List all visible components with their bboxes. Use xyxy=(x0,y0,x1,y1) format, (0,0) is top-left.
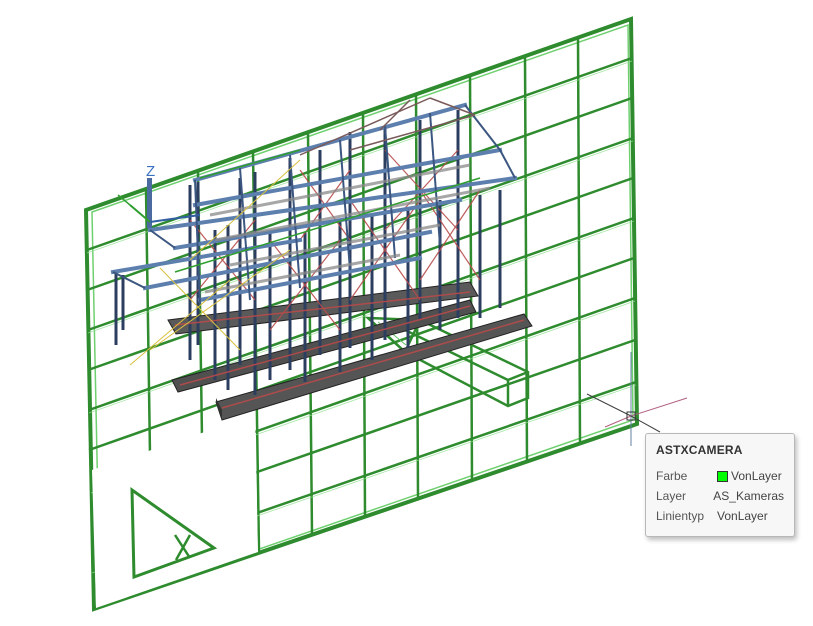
tooltip-row-linientyp: Linientyp VonLayer xyxy=(656,506,784,526)
color-swatch-icon xyxy=(717,470,728,482)
wall-frame[interactable] xyxy=(83,16,640,612)
tooltip-key: Linientyp xyxy=(656,509,705,523)
tooltip-key: Farbe xyxy=(656,469,688,483)
tooltip-value: VonLayer xyxy=(717,509,768,523)
rollover-tooltip: ASTXCAMERA Farbe VonLayer Layer AS_Kamer… xyxy=(645,433,795,537)
tooltip-row-layer: Layer AS_Kameras xyxy=(656,486,784,506)
steel-structure[interactable] xyxy=(110,97,525,409)
tooltip-value: VonLayer xyxy=(731,469,782,483)
wall-blank-panel xyxy=(92,415,258,608)
tooltip-value: AS_Kameras xyxy=(713,489,784,503)
tooltip-key: Layer xyxy=(656,489,687,503)
tooltip-title: ASTXCAMERA xyxy=(656,443,743,457)
ucs-z-label: Z xyxy=(146,163,155,180)
tooltip-row-farbe: Farbe VonLayer xyxy=(656,466,784,486)
